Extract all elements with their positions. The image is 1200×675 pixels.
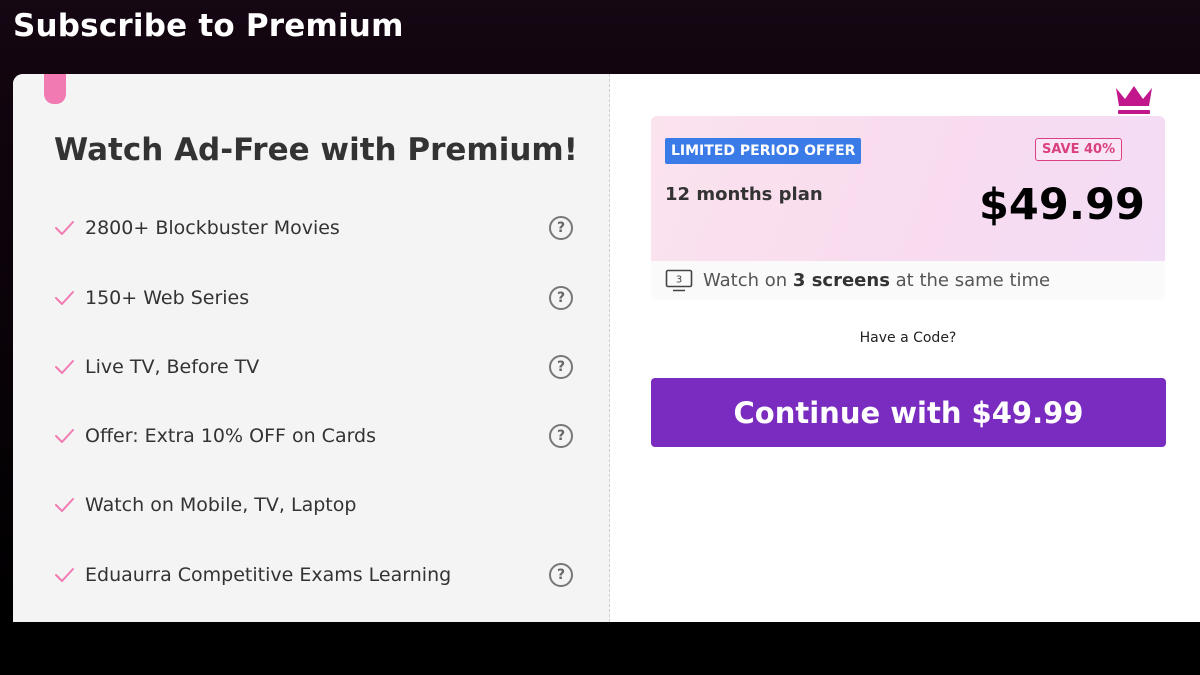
- plan-card-top: LIMITED PERIOD OFFER SAVE 40% 12 months …: [651, 116, 1165, 261]
- feature-label: Eduaurra Competitive Exams Learning: [85, 564, 452, 586]
- feature-item: 2800+ Blockbuster Movies ?: [53, 213, 573, 243]
- feature-label: 150+ Web Series: [85, 287, 250, 309]
- check-icon: [55, 221, 74, 235]
- continue-button[interactable]: Continue with $49.99: [651, 378, 1166, 447]
- help-icon[interactable]: ?: [549, 355, 573, 379]
- features-panel: Watch Ad-Free with Premium! 2800+ Blockb…: [13, 74, 610, 622]
- feature-item: Eduaurra Competitive Exams Learning ?: [53, 560, 573, 590]
- help-icon[interactable]: ?: [549, 216, 573, 240]
- plan-card-footer: 3 Watch on 3 screens at the same time: [651, 261, 1165, 300]
- page-title: Subscribe to Premium: [13, 8, 404, 44]
- tv-icon: 3: [665, 269, 693, 291]
- help-icon[interactable]: ?: [549, 563, 573, 587]
- help-icon[interactable]: ?: [549, 424, 573, 448]
- feature-label: Watch on Mobile, TV, Laptop: [85, 494, 357, 516]
- screens-count: 3 screens: [792, 270, 890, 291]
- save-badge: SAVE 40%: [1035, 138, 1123, 161]
- plan-name: 12 months plan: [665, 184, 823, 205]
- check-icon: [55, 360, 74, 374]
- help-icon[interactable]: ?: [549, 286, 573, 310]
- feature-item: Watch on Mobile, TV, Laptop: [53, 490, 573, 520]
- tv-icon-number: 3: [676, 274, 682, 285]
- plan-card[interactable]: LIMITED PERIOD OFFER SAVE 40% 12 months …: [651, 116, 1165, 300]
- feature-item: Offer: Extra 10% OFF on Cards ?: [53, 421, 573, 451]
- check-icon: [55, 291, 74, 305]
- plan-price: $49.99: [979, 180, 1145, 230]
- screen: Subscribe to Premium Watch Ad-Free with …: [0, 0, 1200, 675]
- limited-offer-badge: LIMITED PERIOD OFFER: [665, 138, 862, 164]
- check-icon: [55, 568, 74, 582]
- have-a-code-link[interactable]: Have a Code?: [651, 330, 1165, 346]
- feature-item: Live TV, Before TV ?: [53, 352, 573, 382]
- feature-label: Offer: Extra 10% OFF on Cards: [85, 425, 377, 447]
- crown-icon: [1116, 86, 1152, 114]
- feature-label: Live TV, Before TV: [85, 356, 260, 378]
- subscription-modal: Watch Ad-Free with Premium! 2800+ Blockb…: [13, 74, 1200, 622]
- screens-prefix: Watch on: [703, 270, 788, 291]
- check-icon: [55, 498, 74, 512]
- screens-suffix: at the same time: [895, 270, 1051, 291]
- feature-item: 150+ Web Series ?: [53, 283, 573, 313]
- feature-label: 2800+ Blockbuster Movies: [85, 217, 340, 239]
- check-icon: [55, 429, 74, 443]
- crown-badge: [1098, 74, 1170, 118]
- features-heading: Watch Ad-Free with Premium!: [54, 132, 578, 168]
- screens-info: Watch on 3 screens at the same time: [703, 270, 1050, 291]
- pink-tab-decoration: [44, 74, 66, 104]
